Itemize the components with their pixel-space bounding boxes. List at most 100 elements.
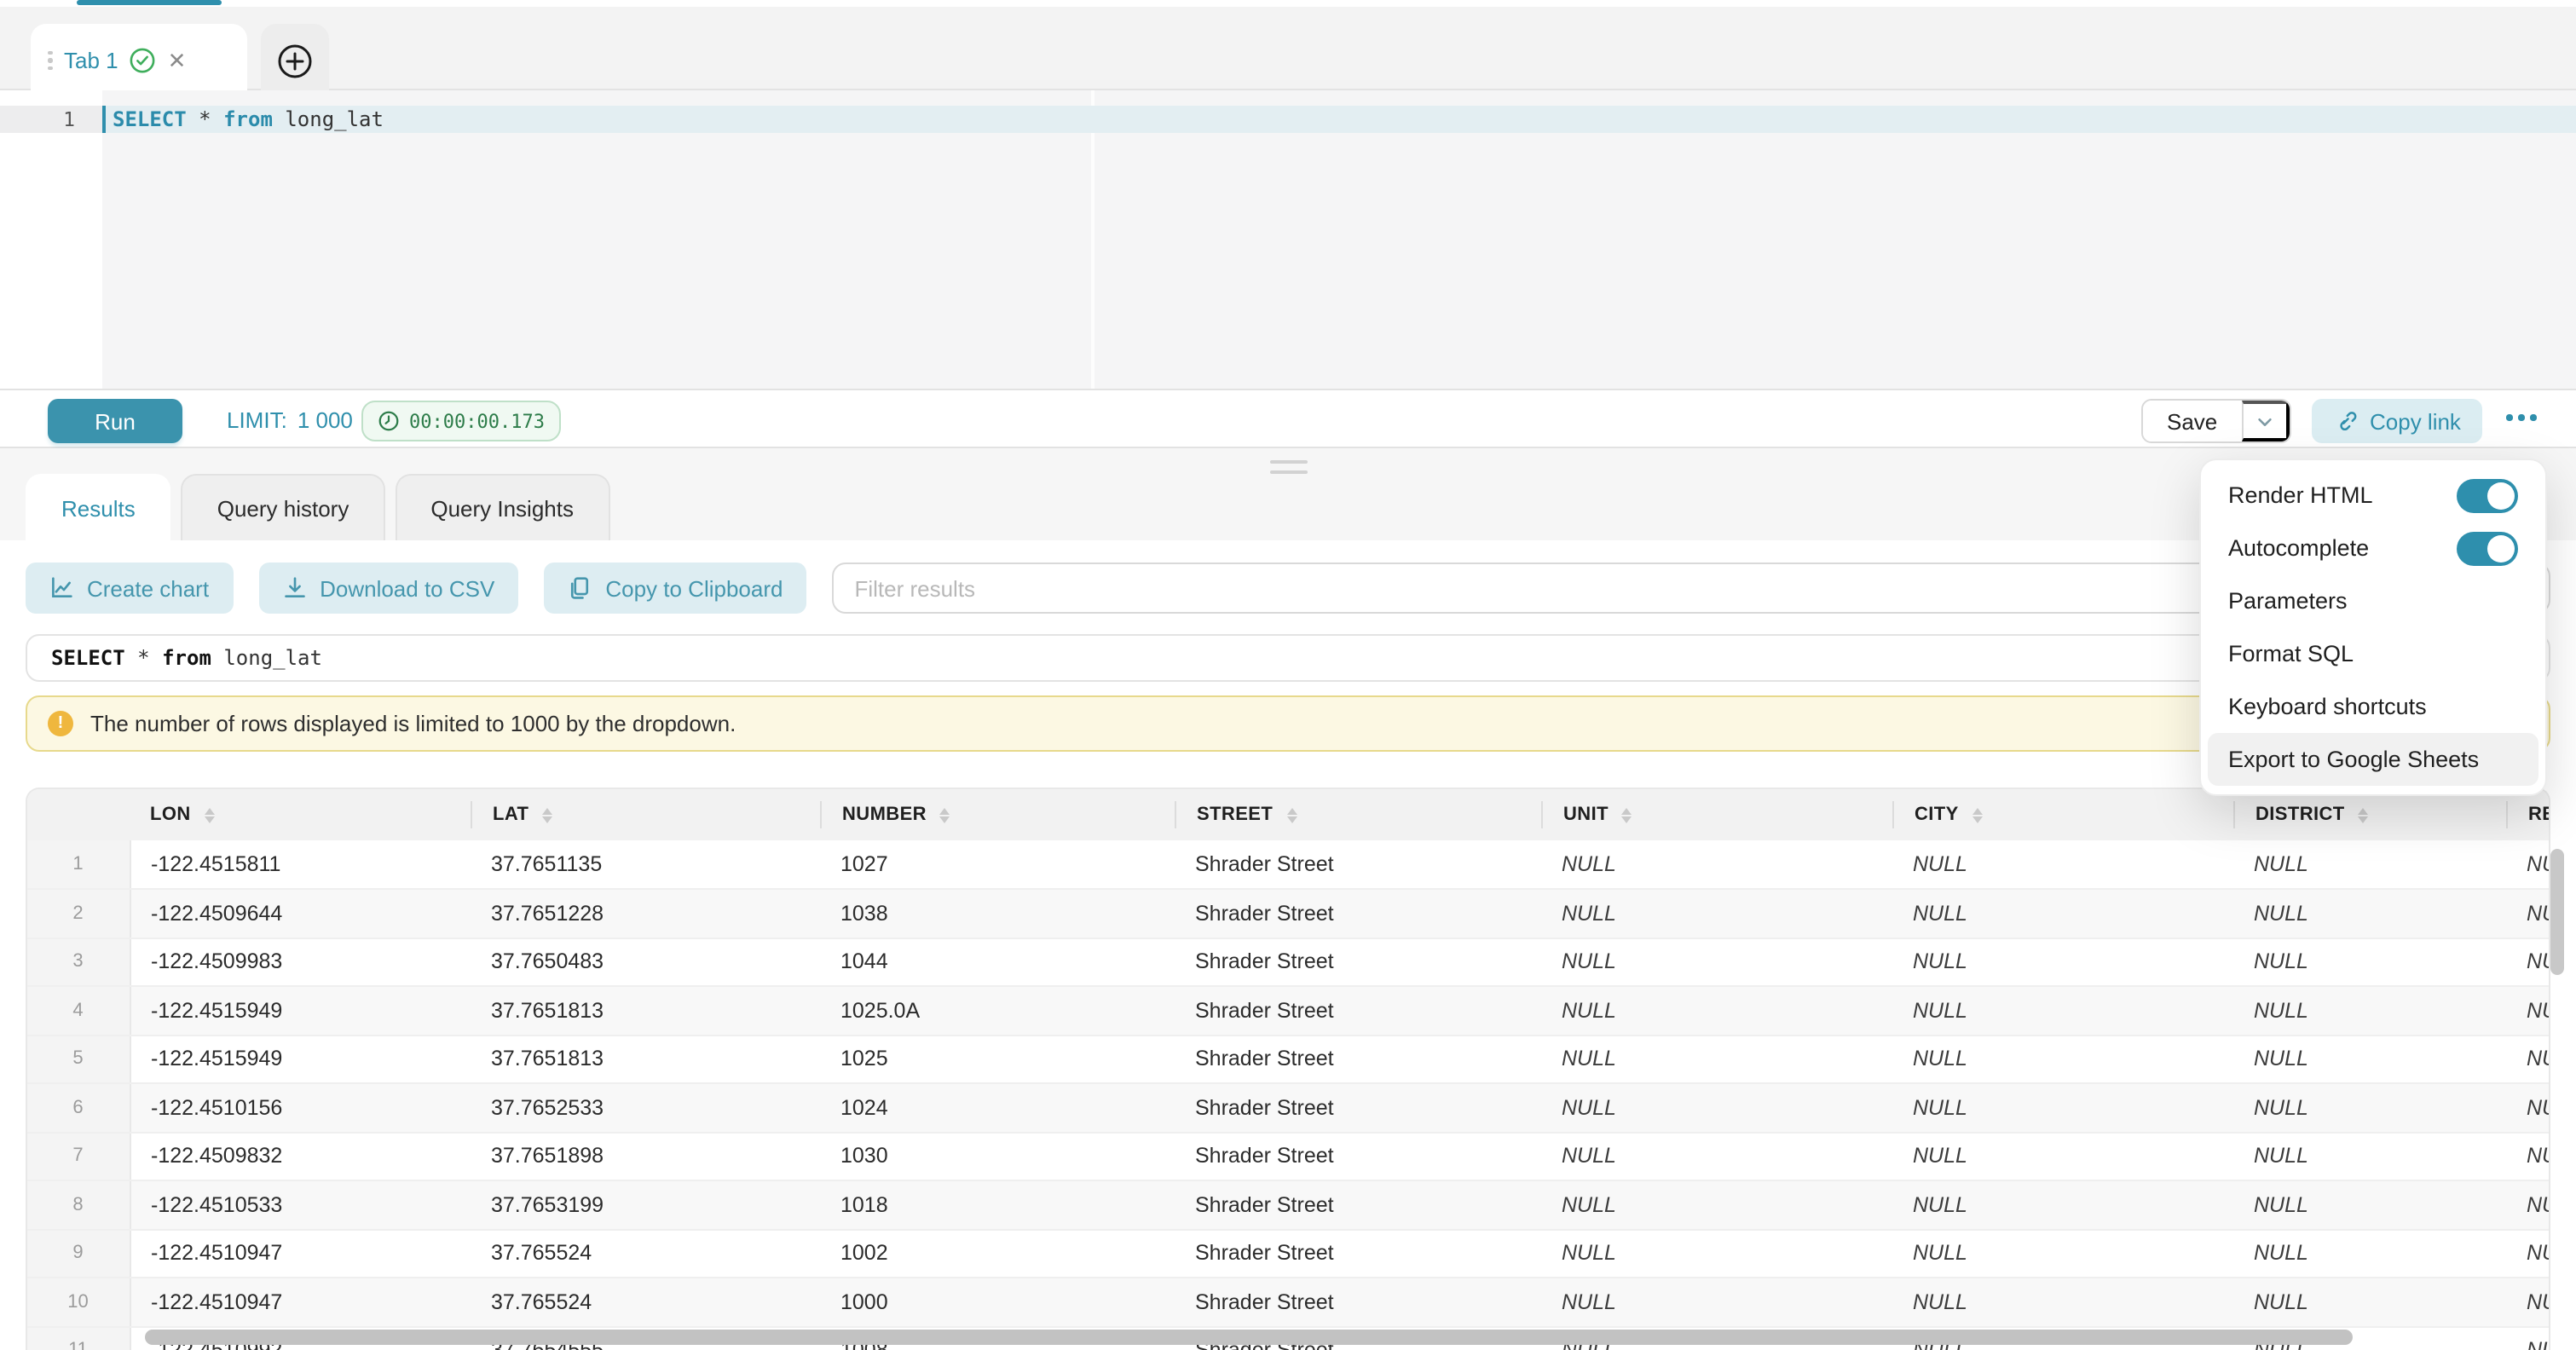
table-row[interactable]: 1-122.451581137.76511351027Shrader Stree… xyxy=(27,840,2550,889)
table-cell[interactable]: NULL xyxy=(2233,1278,2506,1326)
table-cell[interactable]: NULL xyxy=(2506,1132,2550,1180)
horizontal-scrollbar[interactable] xyxy=(145,1330,2353,1345)
table-cell[interactable]: -122.4515811 xyxy=(130,840,471,889)
table-cell[interactable]: NULL xyxy=(2506,1229,2550,1278)
column-header-district[interactable]: DISTRICT xyxy=(2233,789,2506,840)
table-row[interactable]: 5-122.451594937.76518131025Shrader Stree… xyxy=(27,1035,2550,1083)
table-cell[interactable]: 37.765524 xyxy=(471,1229,820,1278)
table-cell[interactable]: -122.4509644 xyxy=(130,889,471,938)
table-cell[interactable]: -122.4515949 xyxy=(130,986,471,1035)
table-cell[interactable]: NULL xyxy=(1541,1278,1892,1326)
table-cell[interactable]: NULL xyxy=(1541,889,1892,938)
table-row[interactable]: 10-122.451094737.7655241000Shrader Stree… xyxy=(27,1278,2550,1326)
table-cell[interactable]: Shrader Street xyxy=(1175,1229,1541,1278)
table-cell[interactable]: -122.4510947 xyxy=(130,1229,471,1278)
table-cell[interactable]: 1000 xyxy=(820,1278,1175,1326)
table-row[interactable]: 3-122.450998337.76504831044Shrader Stree… xyxy=(27,938,2550,986)
table-cell[interactable]: NULL xyxy=(2506,938,2550,986)
more-options-button[interactable] xyxy=(2503,407,2539,427)
table-cell[interactable]: Shrader Street xyxy=(1175,1132,1541,1180)
toggle-autocomplete[interactable] xyxy=(2457,531,2518,565)
column-header-street[interactable]: STREET xyxy=(1175,789,1541,840)
table-cell[interactable]: NULL xyxy=(1892,1035,2233,1083)
menu-item-render-html[interactable]: Render HTML xyxy=(2208,469,2538,522)
table-cell[interactable]: NULL xyxy=(1541,840,1892,889)
sort-icon[interactable] xyxy=(940,807,950,822)
column-header-unit[interactable]: UNIT xyxy=(1541,789,1892,840)
table-cell[interactable]: 37.7652533 xyxy=(471,1083,820,1132)
toggle-render-html[interactable] xyxy=(2457,478,2518,512)
table-cell[interactable]: NULL xyxy=(1892,938,2233,986)
table-cell[interactable]: NULL xyxy=(1892,1229,2233,1278)
table-cell[interactable]: 37.7650483 xyxy=(471,938,820,986)
table-row[interactable]: 9-122.451094737.7655241002Shrader Street… xyxy=(27,1229,2550,1278)
table-cell[interactable]: NULL xyxy=(1541,1132,1892,1180)
table-cell[interactable]: -122.4510156 xyxy=(130,1083,471,1132)
table-cell[interactable]: Shrader Street xyxy=(1175,889,1541,938)
table-cell[interactable]: NULL xyxy=(1892,1278,2233,1326)
table-row[interactable]: 2-122.450964437.76512281038Shrader Stree… xyxy=(27,889,2550,938)
menu-item-format-sql[interactable]: Format SQL xyxy=(2208,627,2538,680)
table-cell[interactable]: NULL xyxy=(2506,1180,2550,1229)
copy-to-clipboard-button[interactable]: Copy to Clipboard xyxy=(544,562,806,614)
table-cell[interactable]: 1030 xyxy=(820,1132,1175,1180)
table-cell[interactable]: 1038 xyxy=(820,889,1175,938)
table-cell[interactable]: -122.4509832 xyxy=(130,1132,471,1180)
table-row[interactable]: 4-122.451594937.76518131025.0AShrader St… xyxy=(27,986,2550,1035)
table-cell[interactable]: NULL xyxy=(2233,986,2506,1035)
sort-icon[interactable] xyxy=(1622,807,1632,822)
table-cell[interactable]: NULL xyxy=(1892,889,2233,938)
table-cell[interactable]: NULL xyxy=(1541,1035,1892,1083)
table-cell[interactable]: 37.7653199 xyxy=(471,1180,820,1229)
table-cell[interactable]: 1024 xyxy=(820,1083,1175,1132)
close-tab-icon[interactable]: ✕ xyxy=(168,49,187,72)
table-cell[interactable]: 1025 xyxy=(820,1035,1175,1083)
table-cell[interactable]: 1027 xyxy=(820,840,1175,889)
table-cell[interactable]: -122.4515949 xyxy=(130,1035,471,1083)
table-cell[interactable]: Shrader Street xyxy=(1175,1035,1541,1083)
table-cell[interactable]: Shrader Street xyxy=(1175,1278,1541,1326)
column-header-lon[interactable]: LON xyxy=(130,789,471,840)
save-options-button[interactable] xyxy=(2241,401,2289,441)
table-cell[interactable]: Shrader Street xyxy=(1175,1083,1541,1132)
table-cell[interactable]: NULL xyxy=(1541,938,1892,986)
table-cell[interactable]: NULL xyxy=(1541,1229,1892,1278)
table-cell[interactable]: NULL xyxy=(2233,889,2506,938)
tab-results[interactable]: Results xyxy=(26,474,171,540)
menu-item-autocomplete[interactable]: Autocomplete xyxy=(2208,522,2538,574)
tab-query-insights[interactable]: Query Insights xyxy=(395,474,609,540)
save-button[interactable]: Save xyxy=(2143,401,2241,441)
tab-query-history[interactable]: Query history xyxy=(182,474,385,540)
sort-icon[interactable] xyxy=(205,807,215,822)
vertical-scrollbar[interactable] xyxy=(2550,849,2564,975)
table-cell[interactable]: Shrader Street xyxy=(1175,938,1541,986)
table-cell[interactable]: NULL xyxy=(2233,938,2506,986)
table-cell[interactable]: NULL xyxy=(2506,1083,2550,1132)
run-button[interactable]: Run xyxy=(48,399,182,443)
pane-resize-handle[interactable] xyxy=(1270,460,1308,474)
sort-icon[interactable] xyxy=(2359,807,2369,822)
table-cell[interactable]: NULL xyxy=(1892,1180,2233,1229)
editor-code-text[interactable]: SELECT * from long_lat xyxy=(102,106,2576,133)
table-cell[interactable]: NULL xyxy=(1541,1180,1892,1229)
table-cell[interactable]: -122.4510947 xyxy=(130,1278,471,1326)
column-header-re[interactable]: RE xyxy=(2506,789,2550,840)
sort-icon[interactable] xyxy=(1286,807,1297,822)
table-row[interactable]: 6-122.451015637.76525331024Shrader Stree… xyxy=(27,1083,2550,1132)
column-header-number[interactable]: NUMBER xyxy=(820,789,1175,840)
new-tab-button[interactable] xyxy=(261,24,329,97)
sort-icon[interactable] xyxy=(1972,807,1983,822)
table-cell[interactable]: 37.7651898 xyxy=(471,1132,820,1180)
table-cell[interactable]: 37.7651813 xyxy=(471,1035,820,1083)
table-cell[interactable]: NULL xyxy=(1541,1083,1892,1132)
table-cell[interactable]: 1025.0A xyxy=(820,986,1175,1035)
table-cell[interactable]: NULL xyxy=(2233,1180,2506,1229)
table-cell[interactable]: 1002 xyxy=(820,1229,1175,1278)
table-cell[interactable]: NULL xyxy=(2506,840,2550,889)
table-cell[interactable]: NULL xyxy=(2233,1132,2506,1180)
table-cell[interactable]: NULL xyxy=(2233,1035,2506,1083)
table-cell[interactable]: NULL xyxy=(2506,1326,2550,1350)
sql-editor[interactable]: 1 SELECT * from long_lat xyxy=(0,90,2576,389)
table-cell[interactable]: Shrader Street xyxy=(1175,840,1541,889)
table-cell[interactable]: NULL xyxy=(1892,986,2233,1035)
